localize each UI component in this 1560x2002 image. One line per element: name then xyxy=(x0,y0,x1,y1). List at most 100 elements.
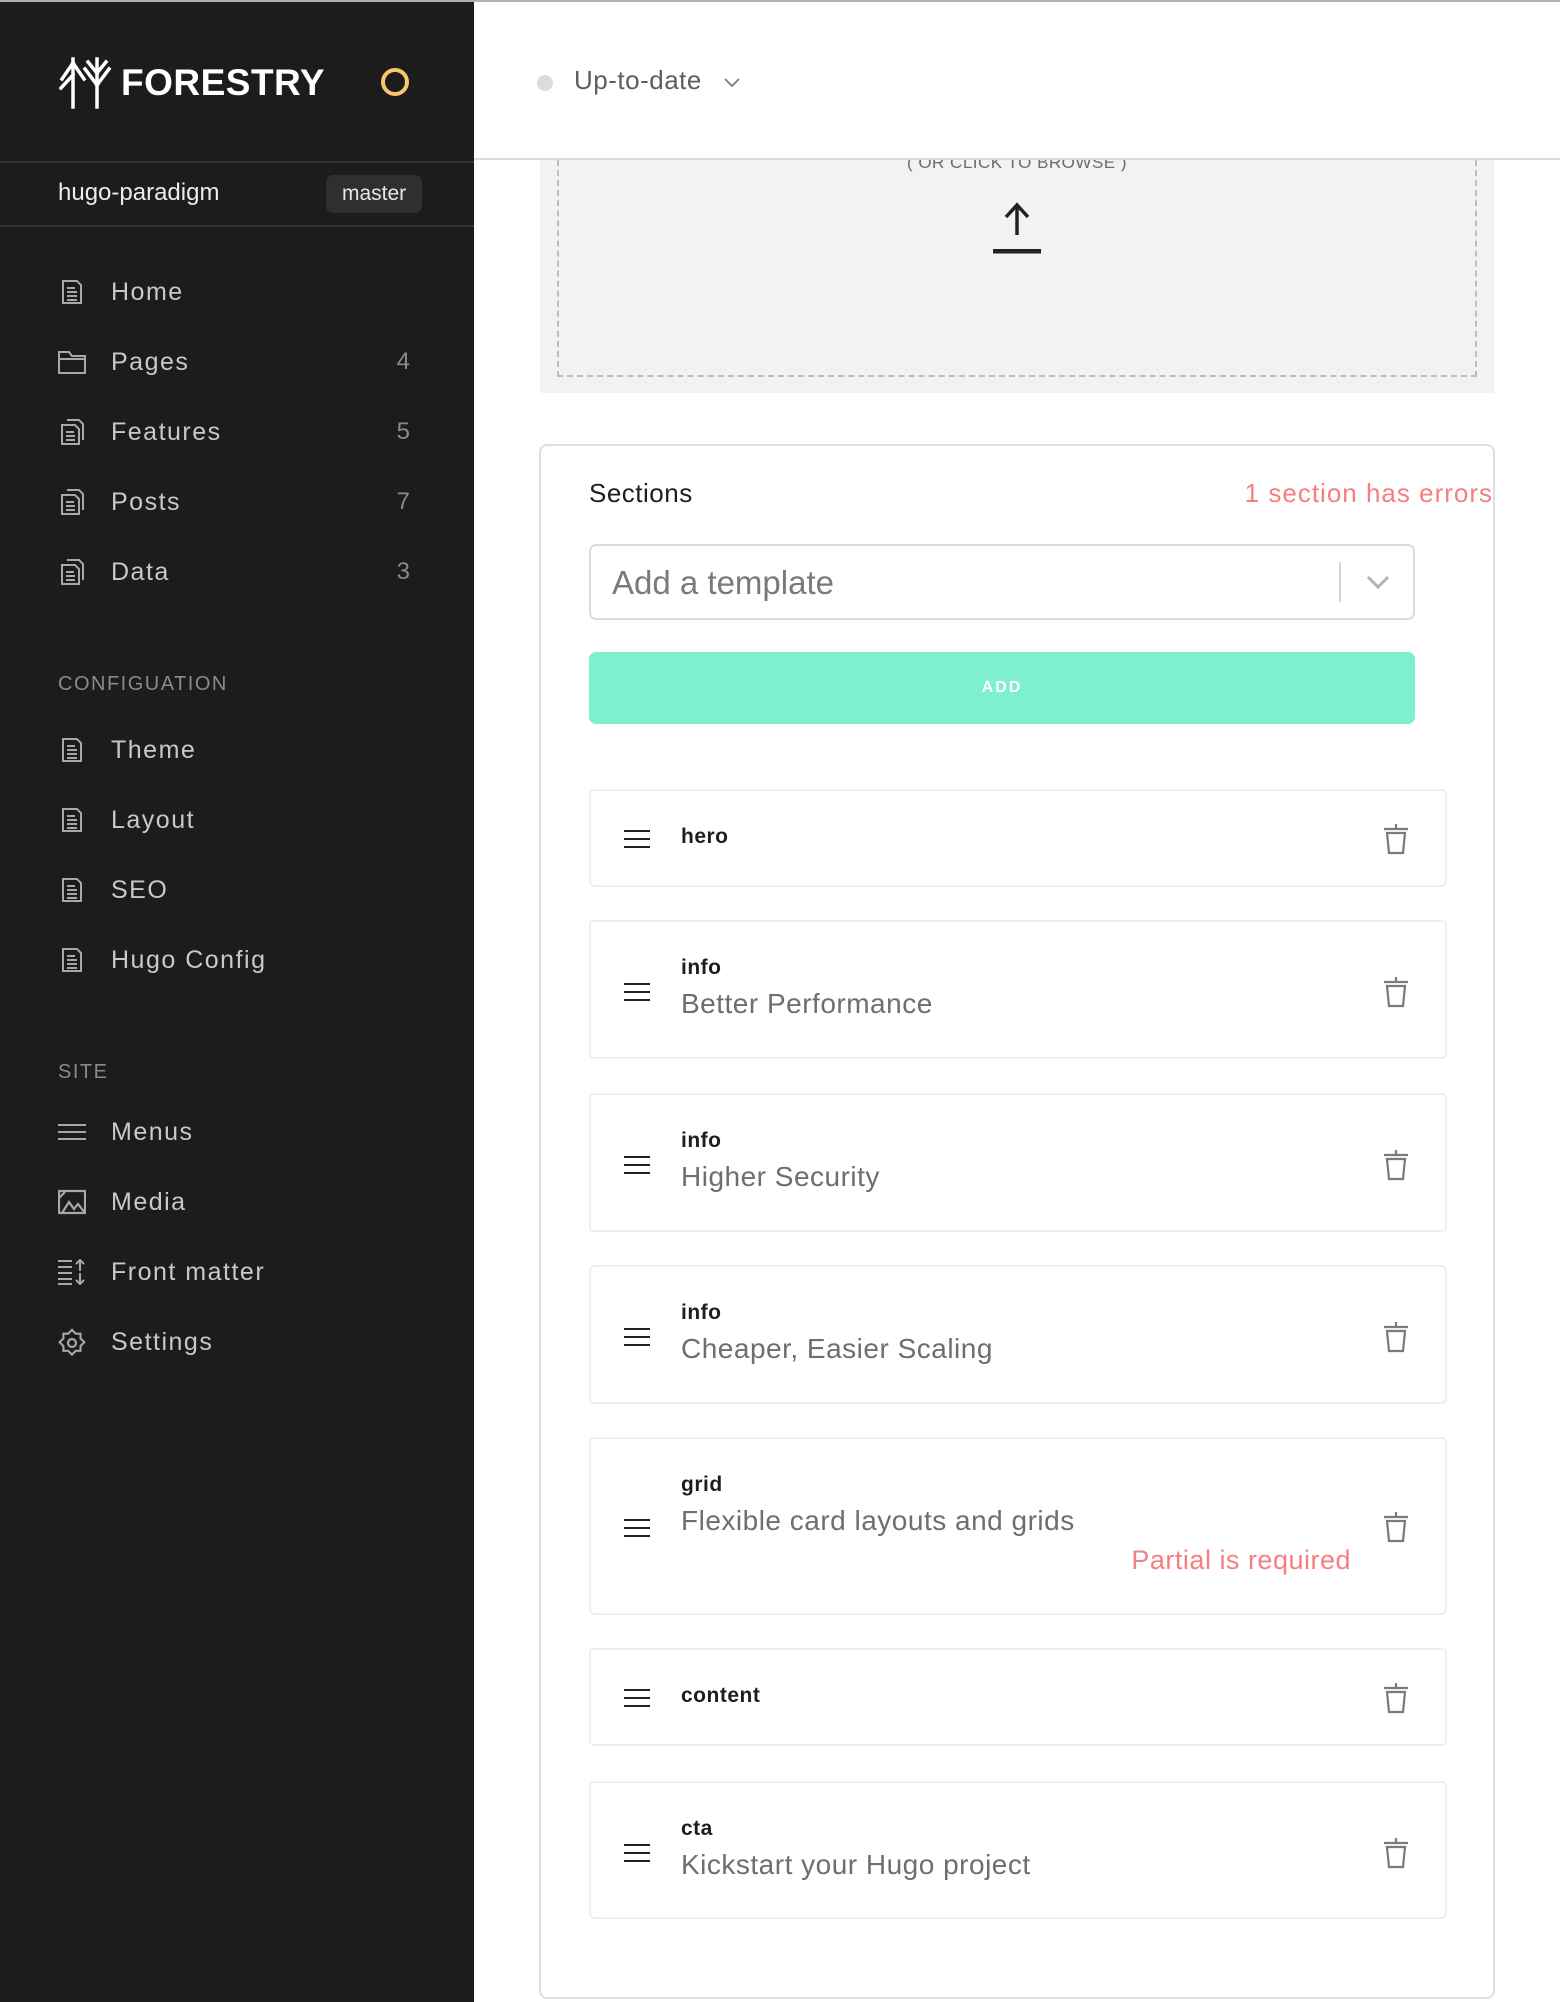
sidebar-item-label: Layout xyxy=(111,805,196,834)
item-count: 3 xyxy=(396,558,410,585)
forestry-tree-icon xyxy=(58,57,112,109)
sidebar-header: FORESTRY xyxy=(0,2,474,161)
sections-error-summary: 1 section has errors xyxy=(1244,478,1493,508)
file-upload-panel: DRAG AND DROP A FILE ( OR CLICK TO BROWS… xyxy=(540,130,1494,393)
section-type: cta xyxy=(681,1817,713,1840)
section-type: hero xyxy=(681,825,729,848)
image-icon xyxy=(58,1188,86,1216)
section-row[interactable]: info Cheaper, Easier Scaling xyxy=(589,1265,1447,1404)
window-top-border xyxy=(0,0,1560,2)
sidebar-item-features[interactable]: Features 5 xyxy=(0,406,474,458)
sidebar-item-pages[interactable]: Pages 4 xyxy=(0,336,474,388)
sidebar-item-label: Menus xyxy=(111,1117,194,1146)
sidebar-item-data[interactable]: Data 3 xyxy=(0,546,474,598)
folder-icon xyxy=(58,348,86,376)
sync-status-dropdown[interactable]: Up-to-date xyxy=(574,65,702,96)
section-type: grid xyxy=(681,1473,723,1496)
section-title: Flexible card layouts and grids xyxy=(681,1505,1075,1536)
sidebar-item-label: Theme xyxy=(111,735,197,764)
chevron-down-icon[interactable] xyxy=(722,72,742,92)
sections-title: Sections xyxy=(589,478,693,508)
sidebar: FORESTRY hugo-paradigm master Home Pages… xyxy=(0,2,474,2002)
sidebar-item-label: Media xyxy=(111,1187,187,1216)
gear-icon xyxy=(58,1328,86,1356)
drag-handle-icon[interactable] xyxy=(624,829,650,849)
select-separator xyxy=(1339,562,1341,602)
section-row[interactable]: info Better Performance xyxy=(589,920,1447,1059)
file-drop-zone[interactable]: DRAG AND DROP A FILE ( OR CLICK TO BROWS… xyxy=(557,130,1477,377)
branch-badge[interactable]: master xyxy=(326,175,423,213)
section-title: Cheaper, Easier Scaling xyxy=(681,1333,993,1364)
sidebar-item-home[interactable]: Home xyxy=(0,266,474,318)
trash-icon[interactable] xyxy=(1383,1682,1409,1714)
sidebar-item-menus[interactable]: Menus xyxy=(0,1106,474,1158)
trash-icon[interactable] xyxy=(1383,1321,1409,1353)
trash-icon[interactable] xyxy=(1383,823,1409,855)
sidebar-item-posts[interactable]: Posts 7 xyxy=(0,476,474,528)
drag-handle-icon[interactable] xyxy=(624,982,650,1002)
section-row[interactable]: hero xyxy=(589,789,1447,887)
menu-icon xyxy=(58,1118,86,1146)
sidebar-item-label: Settings xyxy=(111,1327,214,1356)
trash-icon[interactable] xyxy=(1383,1511,1409,1543)
sidebar-item-label: Hugo Config xyxy=(111,945,267,974)
sidebar-item-label: Features xyxy=(111,417,222,446)
section-type: info xyxy=(681,1301,722,1324)
section-type: info xyxy=(681,1129,722,1152)
drag-handle-icon[interactable] xyxy=(624,1688,650,1708)
drag-handle-icon[interactable] xyxy=(624,1518,650,1538)
sidebar-item-label: Front matter xyxy=(111,1257,266,1286)
repo-row[interactable]: hugo-paradigm master xyxy=(0,163,474,225)
sidebar-item-layout[interactable]: Layout xyxy=(0,794,474,846)
drag-handle-icon[interactable] xyxy=(624,1327,650,1347)
drag-handle-icon[interactable] xyxy=(624,1843,650,1863)
sidebar-item-seo[interactable]: SEO xyxy=(0,864,474,916)
status-indicator-icon[interactable] xyxy=(381,68,409,96)
trash-icon[interactable] xyxy=(1383,1837,1409,1869)
sidebar-item-label: SEO xyxy=(111,875,169,904)
sync-status-dot-icon xyxy=(537,75,553,91)
section-title: Better Performance xyxy=(681,988,933,1019)
drag-handle-icon[interactable] xyxy=(624,1155,650,1175)
sidebar-item-label: Home xyxy=(111,277,184,306)
document-icon xyxy=(58,278,86,306)
document-icon xyxy=(58,806,86,834)
upload-icon xyxy=(993,202,1041,254)
section-row[interactable]: info Higher Security xyxy=(589,1093,1447,1232)
document-icon xyxy=(58,946,86,974)
chevron-down-icon[interactable] xyxy=(1365,571,1391,593)
sidebar-item-media[interactable]: Media xyxy=(0,1176,474,1228)
sidebar-item-theme[interactable]: Theme xyxy=(0,724,474,776)
divider xyxy=(0,225,474,227)
main-header: Up-to-date xyxy=(474,2,1560,160)
item-count: 7 xyxy=(396,488,410,515)
repo-name: hugo-paradigm xyxy=(58,179,220,206)
item-count: 5 xyxy=(396,418,410,445)
section-title: Higher Security xyxy=(681,1161,880,1192)
sidebar-section-site: SITE xyxy=(58,1061,109,1083)
section-row[interactable]: grid Flexible card layouts and grids Par… xyxy=(589,1437,1447,1615)
section-row[interactable]: content xyxy=(589,1648,1447,1746)
trash-icon[interactable] xyxy=(1383,1149,1409,1181)
trash-icon[interactable] xyxy=(1383,976,1409,1008)
section-type: info xyxy=(681,956,722,979)
forestry-logo[interactable]: FORESTRY xyxy=(57,55,325,111)
sidebar-section-configuration: CONFIGUATION xyxy=(58,673,228,695)
sidebar-item-front-matter[interactable]: Front matter xyxy=(0,1246,474,1298)
documents-icon xyxy=(58,558,86,586)
sidebar-item-settings[interactable]: Settings xyxy=(0,1316,474,1368)
template-select-placeholder: Add a template xyxy=(612,564,834,601)
template-select[interactable]: Add a template xyxy=(589,544,1415,620)
brand-name: FORESTRY xyxy=(121,62,326,103)
item-count: 4 xyxy=(396,348,410,375)
section-type: content xyxy=(681,1684,761,1707)
document-icon xyxy=(58,736,86,764)
sidebar-item-hugo-config[interactable]: Hugo Config xyxy=(0,934,474,986)
section-error-message: Partial is required xyxy=(1131,1545,1351,1575)
section-title: Kickstart your Hugo project xyxy=(681,1849,1031,1880)
section-row[interactable]: cta Kickstart your Hugo project xyxy=(589,1781,1447,1919)
sidebar-item-label: Pages xyxy=(111,347,190,376)
sidebar-item-label: Posts xyxy=(111,487,182,516)
add-template-button[interactable]: ADD xyxy=(589,652,1415,724)
sidebar-item-label: Data xyxy=(111,557,170,586)
